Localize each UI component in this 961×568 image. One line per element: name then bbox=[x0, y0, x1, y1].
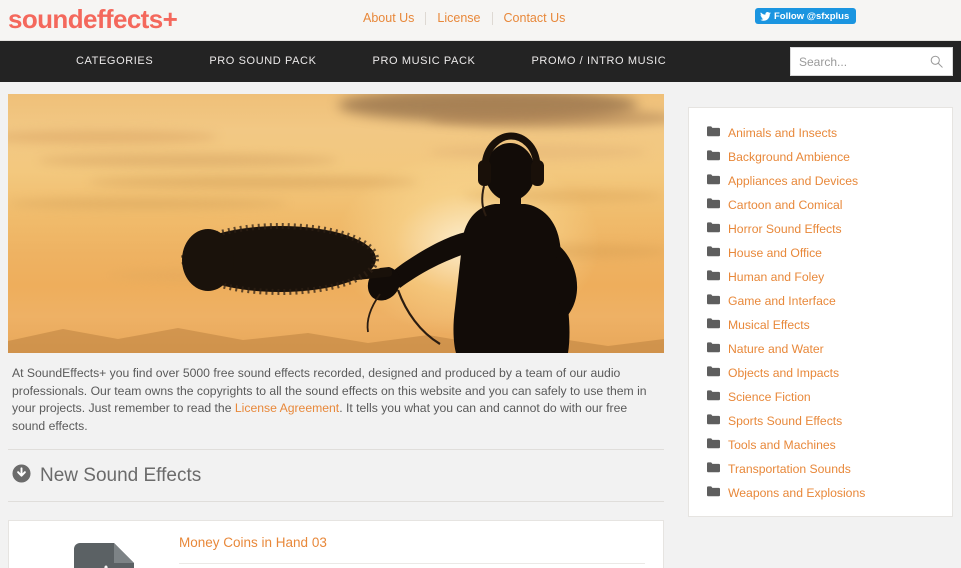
sidebar-category-objects-and-impacts[interactable]: Objects and Impacts bbox=[689, 361, 952, 385]
sidebar-category-label[interactable]: Cartoon and Comical bbox=[728, 198, 842, 212]
sidebar-category-background-ambience[interactable]: Background Ambience bbox=[689, 145, 952, 169]
download-circle-icon bbox=[12, 464, 31, 488]
sidebar-category-weapons-and-explosions[interactable]: Weapons and Explosions bbox=[689, 481, 952, 505]
sound-details: Money Coins in Hand 03 0:01 bbox=[179, 535, 663, 568]
folder-icon bbox=[707, 150, 720, 164]
page-root: soundeffects+ About Us License Contact U… bbox=[0, 0, 961, 568]
content-column: At SoundEffects+ you find over 5000 free… bbox=[8, 94, 664, 568]
sidebar-category-label[interactable]: Transportation Sounds bbox=[728, 462, 851, 476]
folder-icon bbox=[707, 366, 720, 380]
sidebar-category-label[interactable]: Weapons and Explosions bbox=[728, 486, 865, 500]
folder-icon bbox=[707, 198, 720, 212]
folder-icon bbox=[707, 318, 720, 332]
audio-file-icon[interactable] bbox=[9, 535, 179, 568]
sidebar-category-musical-effects[interactable]: Musical Effects bbox=[689, 313, 952, 337]
sidebar-category-horror-sound-effects[interactable]: Horror Sound Effects bbox=[689, 217, 952, 241]
hero-figure-silhouette bbox=[181, 132, 578, 353]
sidebar-category-label[interactable]: Appliances and Devices bbox=[728, 174, 858, 188]
folder-icon bbox=[707, 462, 720, 476]
sidebar-category-cartoon-and-comical[interactable]: Cartoon and Comical bbox=[689, 193, 952, 217]
sidebar-category-label[interactable]: Objects and Impacts bbox=[728, 366, 839, 380]
sidebar-category-human-and-foley[interactable]: Human and Foley bbox=[689, 265, 952, 289]
sidebar-category-label[interactable]: Musical Effects bbox=[728, 318, 810, 332]
folder-icon bbox=[707, 246, 720, 260]
sound-meta-row: 0:01 Stereo Wav Mp3 bbox=[179, 563, 645, 568]
nav-item-pro-sound-pack[interactable]: PRO SOUND PACK bbox=[181, 41, 344, 82]
sidebar-category-label[interactable]: Background Ambience bbox=[728, 150, 850, 164]
nav-item-categories[interactable]: CATEGORIES bbox=[48, 41, 181, 82]
new-sound-effects-header: New Sound Effects bbox=[8, 449, 664, 502]
sidebar-category-label[interactable]: Game and Interface bbox=[728, 294, 836, 308]
sidebar-category-game-and-interface[interactable]: Game and Interface bbox=[689, 289, 952, 313]
sidebar-category-label[interactable]: Animals and Insects bbox=[728, 126, 837, 140]
top-link-license[interactable]: License bbox=[426, 11, 491, 25]
intro-paragraph: At SoundEffects+ you find over 5000 free… bbox=[8, 353, 664, 449]
sidebar-category-sports-sound-effects[interactable]: Sports Sound Effects bbox=[689, 409, 952, 433]
sidebar-category-transportation-sounds[interactable]: Transportation Sounds bbox=[689, 457, 952, 481]
top-links: About Us License Contact Us bbox=[352, 11, 576, 25]
sound-list-item[interactable]: Money Coins in Hand 03 0:01 bbox=[8, 520, 664, 568]
top-link-about-us[interactable]: About Us bbox=[352, 11, 425, 25]
sound-title-link[interactable]: Money Coins in Hand 03 bbox=[179, 535, 645, 563]
sidebar-category-label[interactable]: Sports Sound Effects bbox=[728, 414, 842, 428]
nav-item-promo-intro-music[interactable]: PROMO / INTRO MUSIC bbox=[503, 41, 694, 82]
folder-icon bbox=[707, 294, 720, 308]
search-icon[interactable] bbox=[930, 55, 952, 68]
site-logo[interactable]: soundeffects+ bbox=[8, 4, 178, 35]
sidebar-category-label[interactable]: Tools and Machines bbox=[728, 438, 836, 452]
license-agreement-link[interactable]: License Agreement bbox=[235, 401, 339, 415]
folder-icon bbox=[707, 414, 720, 428]
folder-icon bbox=[707, 174, 720, 188]
sidebar-category-science-fiction[interactable]: Science Fiction bbox=[689, 385, 952, 409]
sidebar-category-house-and-office[interactable]: House and Office bbox=[689, 241, 952, 265]
sidebar-category-label[interactable]: Nature and Water bbox=[728, 342, 824, 356]
section-title: New Sound Effects bbox=[40, 465, 202, 486]
twitter-follow-button[interactable]: Follow @sfxplus bbox=[755, 8, 857, 24]
nav-item-pro-music-pack[interactable]: PRO MUSIC PACK bbox=[345, 41, 504, 82]
sidebar-category-tools-and-machines[interactable]: Tools and Machines bbox=[689, 433, 952, 457]
folder-icon bbox=[707, 342, 720, 356]
sidebar-category-label[interactable]: Human and Foley bbox=[728, 270, 824, 284]
sidebar-category-label[interactable]: Science Fiction bbox=[728, 390, 811, 404]
sidebar-category-appliances-and-devices[interactable]: Appliances and Devices bbox=[689, 169, 952, 193]
search-box[interactable] bbox=[790, 47, 953, 76]
twitter-bird-icon bbox=[760, 11, 771, 21]
folder-icon bbox=[707, 390, 720, 404]
sidebar-category-animals-and-insects[interactable]: Animals and Insects bbox=[689, 121, 952, 145]
hero-image bbox=[8, 94, 664, 353]
sidebar-category-nature-and-water[interactable]: Nature and Water bbox=[689, 337, 952, 361]
sidebar-category-label[interactable]: Horror Sound Effects bbox=[728, 222, 842, 236]
top-link-contact-us[interactable]: Contact Us bbox=[493, 11, 577, 25]
sidebar-category-label[interactable]: House and Office bbox=[728, 246, 822, 260]
folder-icon bbox=[707, 486, 720, 500]
folder-icon bbox=[707, 438, 720, 452]
search-input[interactable] bbox=[791, 48, 930, 75]
twitter-follow-label: Follow @sfxplus bbox=[774, 10, 850, 22]
main-navigation: CATEGORIES PRO SOUND PACK PRO MUSIC PACK… bbox=[0, 41, 961, 82]
top-bar: soundeffects+ About Us License Contact U… bbox=[0, 0, 961, 41]
folder-icon bbox=[707, 270, 720, 284]
folder-icon bbox=[707, 126, 720, 140]
category-sidebar: Animals and Insects Background Ambience … bbox=[688, 107, 953, 517]
folder-icon bbox=[707, 222, 720, 236]
